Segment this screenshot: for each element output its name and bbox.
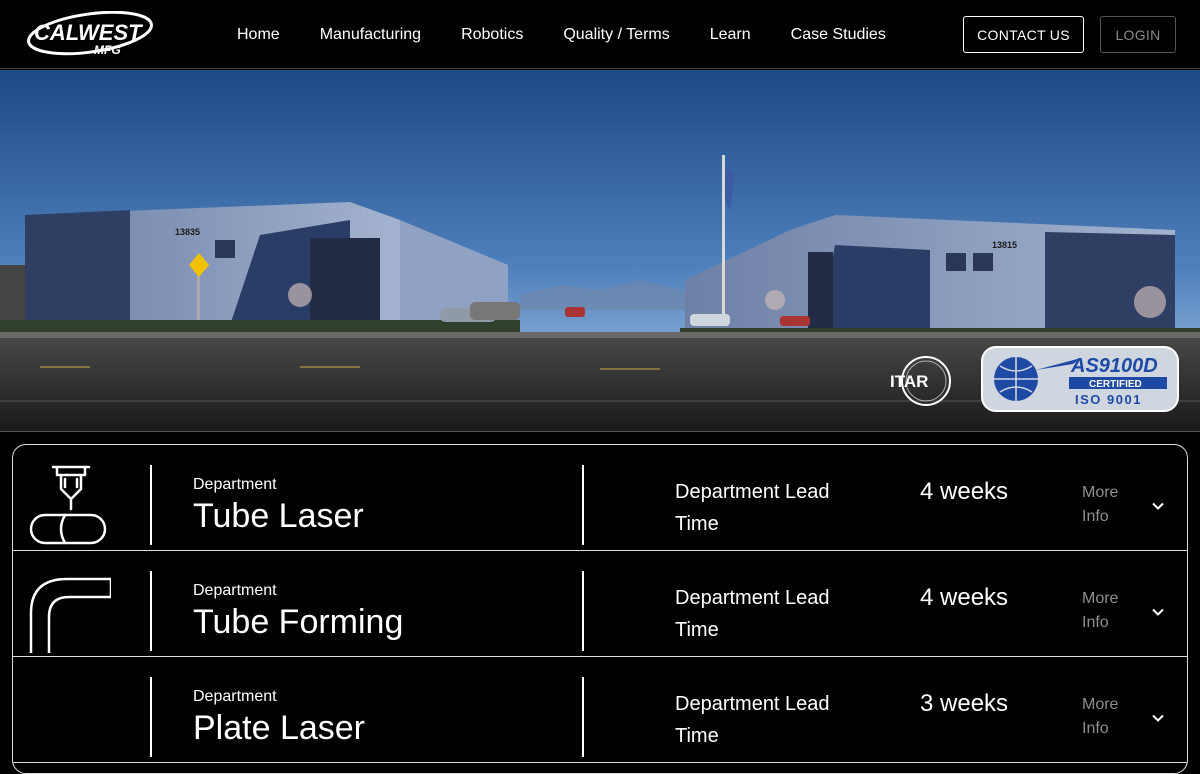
row-divider	[150, 571, 152, 651]
contact-us-button[interactable]: CONTACT US	[963, 16, 1084, 53]
department-row-tube-forming[interactable]: Department Tube Forming Department Lead …	[13, 551, 1187, 657]
nav-learn[interactable]: Learn	[710, 26, 751, 44]
as9100d-title: AS9100D	[1070, 355, 1158, 377]
as9100d-certified: CERTIFIED	[1089, 379, 1142, 390]
row-divider	[150, 465, 152, 545]
lead-time-label: Department Lead Time	[675, 693, 830, 747]
lead-time-value: 3 weeks	[920, 690, 1009, 717]
as9100d-iso-badge: AS9100D CERTIFIED ISO 9001	[981, 346, 1179, 412]
more-info-link[interactable]: More Info	[1082, 693, 1132, 741]
nav-home[interactable]: Home	[237, 26, 280, 44]
department-row-plate-laser[interactable]: Department Plate Laser Department Lead T…	[13, 657, 1187, 763]
chevron-down-icon[interactable]	[1151, 605, 1165, 619]
more-info-link[interactable]: More Info	[1082, 481, 1132, 529]
tube-bend-icon	[29, 577, 111, 653]
department-list: Department Tube Laser Department Lead Ti…	[12, 444, 1188, 774]
row-divider	[150, 677, 152, 757]
main-nav: Home Manufacturing Robotics Quality / Te…	[237, 0, 926, 69]
chevron-down-icon[interactable]	[1151, 499, 1165, 513]
department-row-tube-laser[interactable]: Department Tube Laser Department Lead Ti…	[13, 445, 1187, 551]
nav-manufacturing[interactable]: Manufacturing	[320, 26, 421, 44]
department-name: Tube Forming	[193, 603, 404, 641]
department-caption: Department	[193, 476, 277, 493]
department-name: Tube Laser	[193, 497, 364, 535]
building-number-left: 13835	[175, 227, 200, 237]
itar-badge: ITAR	[890, 356, 951, 406]
department-caption: Department	[193, 582, 277, 599]
lead-time-value: 4 weeks	[920, 584, 1009, 611]
row-divider	[582, 571, 584, 651]
department-name: Plate Laser	[193, 709, 365, 747]
building-number-right: 13815	[992, 240, 1017, 250]
lead-time-label: Department Lead Time	[675, 481, 830, 535]
plate-laser-icon	[27, 675, 111, 759]
lead-time-label: Department Lead Time	[675, 587, 830, 641]
more-info-link[interactable]: More Info	[1082, 587, 1132, 635]
login-button[interactable]: LOGIN	[1100, 16, 1176, 53]
itar-label: ITAR	[890, 372, 928, 391]
nav-robotics[interactable]: Robotics	[461, 26, 523, 44]
calwest-logo[interactable]: CALWEST MFG	[24, 11, 156, 58]
hero-banner: 13835 13815 ITAR AS9100D CERTIFIED ISO 9…	[0, 70, 1200, 432]
lead-time-value: 4 weeks	[920, 478, 1009, 505]
nav-quality-terms[interactable]: Quality / Terms	[563, 26, 669, 44]
svg-text:MFG: MFG	[94, 43, 121, 57]
site-header: CALWEST MFG Home Manufacturing Robotics …	[0, 0, 1200, 69]
svg-text:CALWEST: CALWEST	[34, 20, 143, 45]
chevron-down-icon[interactable]	[1151, 711, 1165, 725]
row-divider	[582, 465, 584, 545]
department-caption: Department	[193, 688, 277, 705]
iso-9001-label: ISO 9001	[1075, 392, 1142, 407]
nav-case-studies[interactable]: Case Studies	[791, 26, 886, 44]
tube-laser-icon	[29, 465, 107, 545]
row-divider	[582, 677, 584, 757]
